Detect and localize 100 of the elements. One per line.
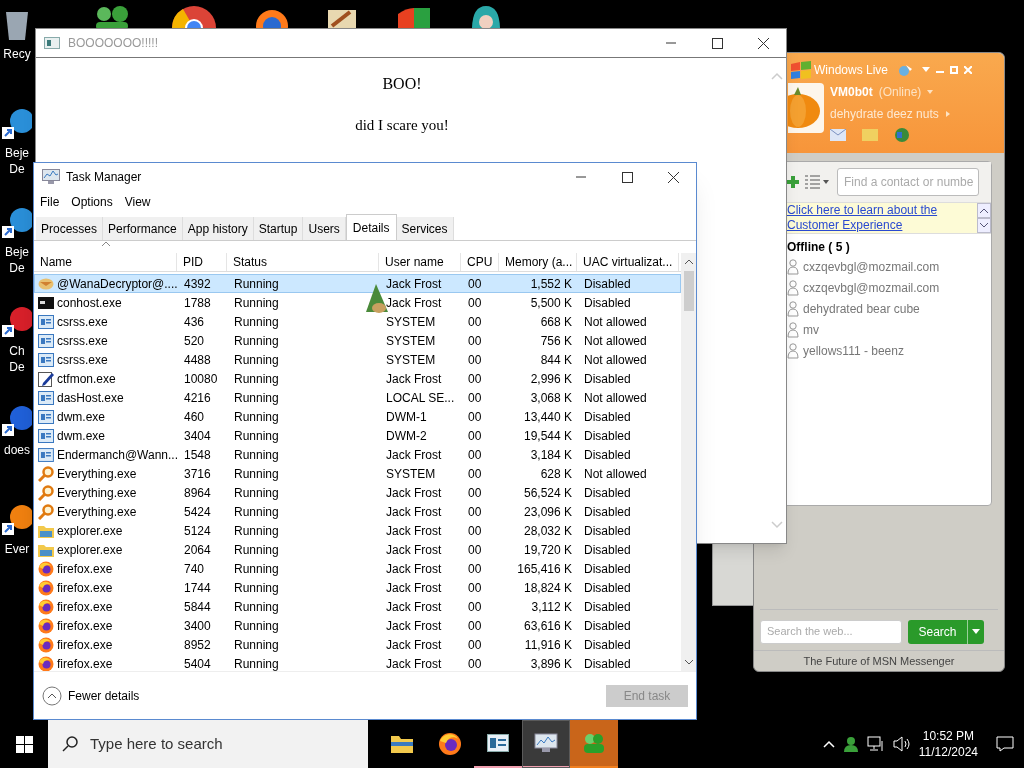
gem-icon[interactable]: [2, 107, 32, 141]
process-row[interactable]: firefox.exe 5844 Running Jack Frost 00 3,112 K Disabled: [34, 597, 681, 616]
table-cell-text: 628 K: [540, 465, 572, 483]
flame-icon[interactable]: [2, 404, 32, 438]
banner-scrollbar[interactable]: [977, 203, 991, 233]
process-row[interactable]: firefox.exe 8952 Running Jack Frost 00 11,916 K Disabled: [34, 635, 681, 654]
taskbar-search-field[interactable]: Type here to search: [48, 720, 368, 768]
process-row[interactable]: csrss.exe 4488 Running SYSTEM 00 844 K Not allowed: [34, 350, 681, 369]
contact-name[interactable]: cxzqevbgl@mozmail.com: [803, 278, 940, 297]
tab[interactable]: Services: [396, 217, 454, 240]
table-cell-text: Everything.exe: [57, 503, 137, 521]
contact-name[interactable]: mv: [803, 320, 819, 339]
contact-name[interactable]: dehydrated bear cube: [803, 299, 920, 318]
magnifier-icon: [38, 503, 54, 520]
table-cell-text: dasHost.exe: [57, 389, 124, 407]
tab[interactable]: Performance: [103, 217, 183, 240]
scroll-down-icon[interactable]: [683, 657, 694, 667]
message: did I scare you!: [355, 116, 449, 135]
scroll-up-icon[interactable]: [683, 257, 694, 267]
process-row[interactable]: dasHost.exe 4216 Running LOCAL SE... 00 3,068 K Not allowed: [34, 388, 681, 407]
list-icon[interactable]: [805, 175, 829, 189]
menu-item[interactable]: File: [40, 193, 60, 211]
process-row[interactable]: explorer.exe 2064 Running Jack Frost 00 19,720 K Disabled: [34, 540, 681, 559]
process-row[interactable]: dwm.exe 3404 Running DWM-2 00 19,544 K Disabled: [34, 426, 681, 445]
process-row[interactable]: conhost.exe 1788 Running Jack Frost 00 5,500 K Disabled: [34, 293, 681, 312]
figure-icon[interactable]: [470, 4, 500, 28]
heart-icon[interactable]: [2, 305, 32, 339]
process-row[interactable]: explorer.exe 5124 Running Jack Frost 00 28,032 K Disabled: [34, 521, 681, 540]
icon-label: Ever: [4, 541, 30, 557]
column-header[interactable]: CPU: [461, 253, 499, 271]
process-row[interactable]: Everything.exe 3716 Running SYSTEM 00 628 K Not allowed: [34, 464, 681, 483]
collapse-icon[interactable]: [42, 685, 62, 706]
menu-item[interactable]: Options: [71, 193, 113, 211]
tab[interactable]: Startup: [253, 217, 304, 240]
table-cell-text: 00: [468, 541, 482, 559]
table-cell-text: Running: [234, 503, 279, 521]
process-row[interactable]: ctfmon.exe 10080 Running Jack Frost 00 2,996 K Disabled: [34, 369, 681, 388]
sort-icon: [102, 241, 110, 247]
person-icon[interactable]: [842, 736, 859, 752]
clock-date[interactable]: 11/12/2024: [918, 744, 978, 760]
process-row[interactable]: dwm.exe 460 Running DWM-1 00 13,440 K Disabled: [34, 407, 681, 426]
window-icon: [38, 390, 54, 405]
column-header[interactable]: Name: [34, 253, 177, 271]
table-cell-text: 8952: [184, 636, 211, 654]
tab[interactable]: App history: [182, 217, 254, 240]
process-row[interactable]: csrss.exe 520 Running SYSTEM 00 756 K Not allowed: [34, 331, 681, 350]
chevron-up-icon[interactable]: [822, 740, 835, 748]
column-header[interactable]: UAC virtualizat...: [577, 253, 679, 271]
column-header[interactable]: User name: [379, 253, 461, 271]
contact-name[interactable]: yellows111 - beenz: [803, 341, 904, 360]
taskbar-app[interactable]: [522, 720, 570, 768]
table-cell-text: Not allowed: [584, 389, 647, 407]
notification-icon[interactable]: [996, 736, 1014, 752]
table-cell-text: 00: [468, 275, 482, 293]
scroll-thumb[interactable]: [683, 271, 694, 311]
contact-name[interactable]: cxzqevbgl@mozmail.com: [803, 257, 940, 276]
person-icon: [787, 342, 799, 359]
search-button[interactable]: Search: [908, 619, 984, 644]
footer-text: The Future of MSN Messenger: [803, 653, 955, 669]
tab[interactable]: Processes: [36, 217, 104, 240]
window-icon: [38, 352, 54, 367]
column-header[interactable]: PID: [177, 253, 227, 271]
orb-icon[interactable]: [2, 503, 32, 537]
scrollbar[interactable]: [681, 253, 696, 671]
table-cell-text: firefox.exe: [57, 579, 113, 597]
process-row[interactable]: Everything.exe 8964 Running Jack Frost 00 56,524 K Disabled: [34, 483, 681, 502]
clock-time[interactable]: 10:52 PM: [922, 728, 975, 744]
pen-icon: [38, 370, 54, 387]
network-icon[interactable]: [866, 736, 885, 752]
icon-label: De: [9, 260, 25, 276]
table-cell-text: Not allowed: [584, 465, 647, 483]
icon-label: Beje: [5, 145, 29, 161]
menu-item[interactable]: View: [124, 193, 151, 211]
fewer-details-button[interactable]: Fewer details: [68, 686, 140, 705]
process-row[interactable]: Everything.exe 5424 Running Jack Frost 00 23,096 K Disabled: [34, 502, 681, 521]
column-header[interactable]: Memory (a...: [499, 253, 577, 271]
monitor-icon: [42, 169, 60, 185]
table-cell-text: csrss.exe: [57, 332, 108, 350]
process-row[interactable]: firefox.exe 3400 Running Jack Frost 00 63,616 K Disabled: [34, 616, 681, 635]
add-contact-icon[interactable]: [787, 176, 799, 188]
table-cell-text: Running: [234, 636, 279, 654]
gem-icon[interactable]: [2, 206, 32, 240]
process-row[interactable]: csrss.exe 436 Running SYSTEM 00 668 K Not allowed: [34, 312, 681, 331]
process-row[interactable]: firefox.exe 1744 Running Jack Frost 00 18,824 K Disabled: [34, 578, 681, 597]
heading: BOO!: [382, 74, 422, 94]
close-icon: [667, 171, 679, 183]
table-cell-text: 00: [468, 503, 482, 521]
tab[interactable]: Users: [303, 217, 346, 240]
table-cell-text: Jack Frost: [386, 522, 442, 540]
process-row[interactable]: Endermanch@Wann... 1548 Running Jack Frost 00 3,184 K Disabled: [34, 445, 681, 464]
process-row[interactable]: firefox.exe 5404 Running Jack Frost 00 3,896 K Disabled: [34, 654, 681, 673]
table-cell-text: 19,544 K: [523, 427, 572, 445]
table-cell-text: Running: [234, 294, 279, 312]
icon-label: De: [9, 359, 25, 375]
tab[interactable]: Details: [345, 214, 397, 240]
process-row[interactable]: firefox.exe 740 Running Jack Frost 00 165,416 K Disabled: [34, 559, 681, 578]
column-header[interactable]: Status: [227, 253, 379, 271]
volume-icon[interactable]: [892, 736, 911, 752]
process-row[interactable]: @WanaDecryptor@.... 4392 Running Jack Frost 00 1,552 K Disabled: [34, 274, 681, 293]
group-header[interactable]: Offline ( 5 ): [787, 238, 991, 256]
